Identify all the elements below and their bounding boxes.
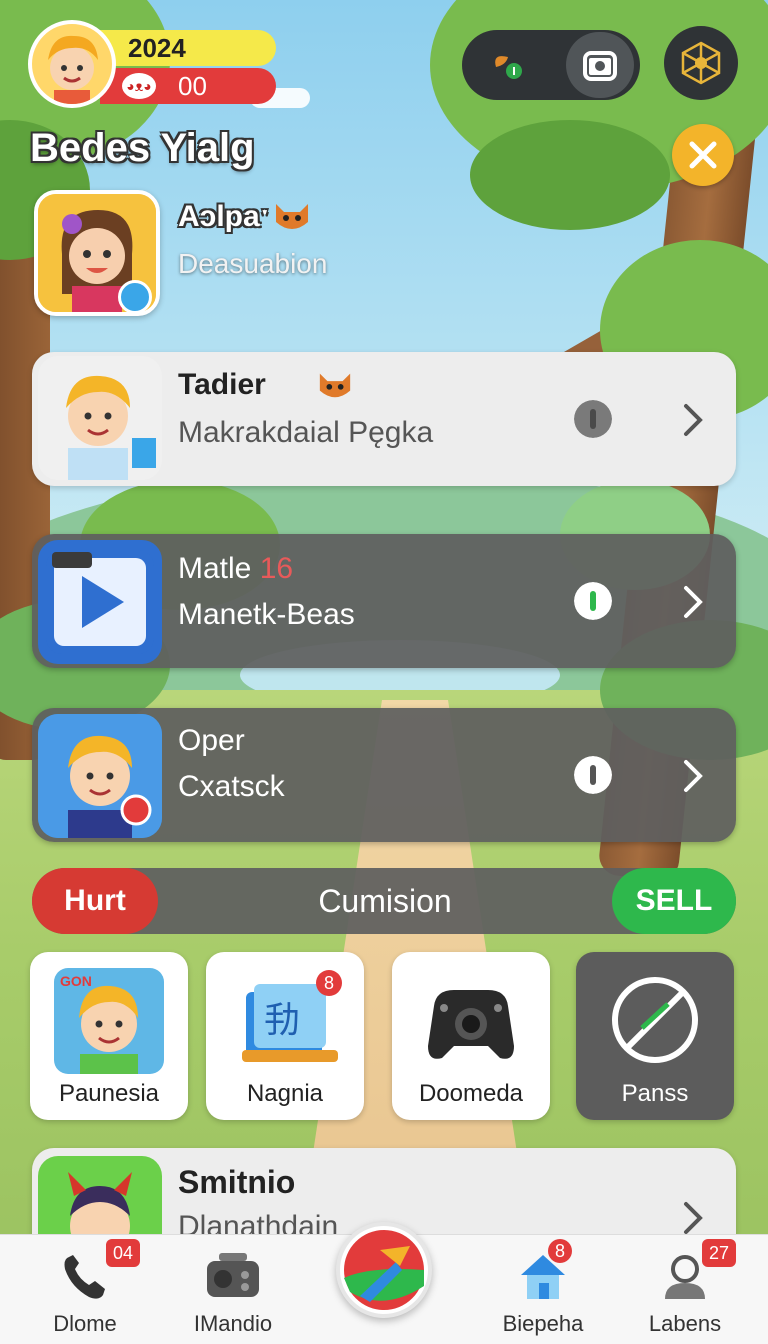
list-item-subtitle: Makrakdaial Pęgka: [178, 416, 434, 449]
list-item-title: Tadier: [178, 368, 266, 401]
nav-badge: 27: [702, 1239, 736, 1267]
nav-badge: 04: [106, 1239, 140, 1267]
title-count-badge: 16: [259, 552, 294, 585]
radio-icon: [207, 1253, 259, 1297]
boy-avatar-icon: [48, 35, 98, 104]
profile-name: Aɔlpaˑ: [178, 200, 270, 233]
app-logo-icon: [344, 1230, 424, 1310]
action-bar-label[interactable]: Cumision: [158, 868, 612, 934]
close-button[interactable]: [672, 124, 734, 186]
chevron-right-icon[interactable]: [672, 756, 712, 796]
list-item[interactable]: Tadier Makrakdaial Pęgka: [32, 352, 736, 486]
list-item-title: Smitnio: [178, 1164, 296, 1200]
center-action-button[interactable]: [336, 1222, 432, 1318]
creature-icon: ◕ᴥ◕: [122, 73, 156, 99]
boy-avatar-icon: GON: [54, 968, 164, 1074]
nav-badge: 8: [548, 1239, 572, 1263]
boy-avatar-icon: [38, 714, 162, 838]
tile-nagnia[interactable]: 劧 8 Nagnia: [206, 952, 364, 1120]
gamepad-icon: [428, 990, 514, 1059]
score-value: 00: [178, 70, 207, 101]
tile-doomeda[interactable]: Doomeda: [392, 952, 550, 1120]
tile-label: Panss: [621, 1080, 689, 1107]
verified-badge-icon: [118, 280, 152, 314]
tile-label: Doomeda: [418, 1080, 524, 1107]
status-indicator-icon[interactable]: [574, 582, 612, 620]
tile-paunesia[interactable]: GON Paunesia: [30, 952, 188, 1120]
chevron-right-icon[interactable]: [672, 582, 712, 622]
chevron-right-icon[interactable]: [672, 1198, 712, 1238]
list-item[interactable]: Oper Cxatsck: [32, 708, 736, 842]
tile-badge: 8: [316, 970, 342, 996]
cat-face-icon: [319, 373, 351, 398]
nav-label: Dlome: [53, 1311, 117, 1336]
nav-label: IMandio: [193, 1311, 273, 1336]
blocked-icon: [612, 977, 698, 1063]
list-item-title: Matle 16: [178, 552, 294, 585]
close-icon: [689, 141, 717, 169]
video-play-icon: [46, 550, 154, 654]
network-icon: [681, 41, 721, 85]
sprout-icon: [495, 56, 522, 79]
info-icon[interactable]: [574, 756, 612, 794]
boy-avatar-icon: [66, 375, 156, 480]
info-icon[interactable]: [574, 400, 612, 438]
sell-button[interactable]: SELL: [612, 868, 736, 934]
list-item-thumbnail: [38, 540, 162, 664]
chevron-right-icon[interactable]: [672, 400, 712, 440]
hurt-button[interactable]: Hurt: [32, 868, 158, 934]
nav-item-imandio[interactable]: IMandio: [158, 1235, 308, 1344]
list-item[interactable]: Matle 16 Manetk-Beas: [32, 534, 736, 668]
list-item-thumbnail: [38, 714, 162, 838]
tile-corner-text: GON: [60, 973, 92, 989]
cat-face-icon: [276, 204, 308, 229]
list-item-title: Oper: [178, 724, 245, 757]
tile-label: Nagnia: [246, 1080, 324, 1107]
svg-text:劧: 劧: [264, 1000, 300, 1041]
nav-label: Biepeha: [502, 1311, 584, 1336]
user-avatar[interactable]: [28, 20, 116, 108]
list-item-thumbnail: [38, 356, 162, 480]
nav-label: Labens: [648, 1311, 722, 1336]
year-counter: 2024: [100, 30, 276, 66]
nav-item-dlome[interactable]: 04 Dlome: [10, 1235, 160, 1344]
camera-button[interactable]: [566, 32, 634, 98]
list-item-subtitle: Cxatsck: [178, 770, 285, 803]
nav-item-biepeha[interactable]: 8 Biepeha: [468, 1235, 618, 1344]
profile-subtitle: Deasuabion: [178, 248, 328, 279]
tile-label: Paunesia: [58, 1080, 160, 1107]
tile-panss[interactable]: Panss: [576, 952, 734, 1120]
page-title: Bedes Yialg: [30, 126, 255, 170]
network-button[interactable]: [664, 26, 738, 100]
list-item-subtitle: Manetk-Beas: [178, 598, 355, 631]
nav-item-labens[interactable]: 27 Labens: [610, 1235, 760, 1344]
camera-icon: [583, 51, 617, 81]
score-counter: ◕ᴥ◕ 00: [100, 68, 276, 104]
